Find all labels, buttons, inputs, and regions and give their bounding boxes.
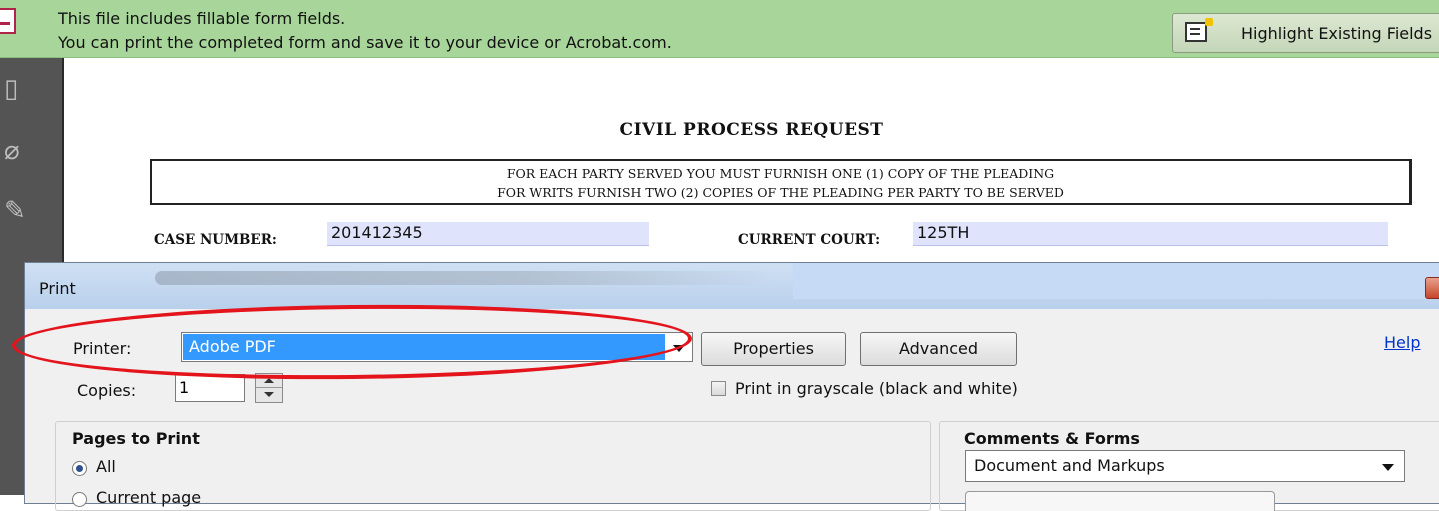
notification-text-line1: This file includes fillable form fields.	[58, 9, 346, 28]
highlight-fields-icon	[1185, 18, 1213, 42]
form-fields-icon	[0, 8, 16, 34]
highlight-existing-fields-button[interactable]: Highlight Existing Fields	[1172, 13, 1439, 53]
spinner-down-icon[interactable]	[256, 388, 282, 402]
print-dialog-title: Print	[39, 279, 76, 298]
printer-select[interactable]: Adobe PDF	[181, 332, 693, 362]
obscured-form-field-strip	[793, 263, 1439, 299]
grayscale-label: Print in grayscale (black and white)	[735, 379, 1018, 398]
case-number-field[interactable]: 201412345	[327, 222, 649, 246]
pages-to-print-group: Pages to Print All Current page	[55, 421, 931, 511]
radio-current-page-label: Current page	[96, 488, 202, 507]
summarize-comments-button[interactable]	[965, 491, 1275, 511]
comments-forms-select[interactable]: Document and Markups	[965, 450, 1405, 482]
comments-forms-title: Comments & Forms	[964, 429, 1140, 448]
properties-button[interactable]: Properties	[701, 332, 846, 366]
blurred-form-text	[155, 271, 775, 285]
notice-line-1: FOR EACH PARTY SERVED YOU MUST FURNISH O…	[506, 166, 1055, 181]
print-dialog-titlebar[interactable]: Print	[25, 263, 1439, 309]
grayscale-checkbox[interactable]	[711, 381, 726, 396]
copies-input[interactable]: 1	[175, 374, 245, 402]
spinner-up-icon[interactable]	[256, 374, 282, 388]
fillable-form-notification-bar: This file includes fillable form fields.…	[0, 0, 1439, 58]
pleading-notice-box: FOR EACH PARTY SERVED YOU MUST FURNISH O…	[150, 159, 1412, 205]
attachments-paperclip-icon[interactable]: ⌀	[4, 138, 20, 164]
printer-selected-value: Adobe PDF	[183, 334, 665, 360]
highlight-existing-fields-label: Highlight Existing Fields	[1241, 24, 1433, 43]
notification-text-line2: You can print the completed form and sav…	[58, 33, 672, 52]
copies-label: Copies:	[77, 381, 137, 400]
signatures-pen-icon[interactable]: ✎	[4, 198, 26, 224]
chevron-down-icon[interactable]	[673, 345, 685, 352]
help-link[interactable]: Help	[1384, 333, 1420, 352]
radio-all-pages[interactable]	[72, 461, 87, 476]
current-court-label: CURRENT COURT:	[738, 232, 881, 248]
advanced-button[interactable]: Advanced	[860, 332, 1017, 366]
radio-current-page[interactable]	[72, 492, 87, 507]
case-number-label: CASE NUMBER:	[154, 232, 277, 248]
current-court-field[interactable]: 125TH	[913, 222, 1388, 246]
copies-spinner[interactable]	[255, 373, 283, 403]
page-thumbnails-icon[interactable]: ▯	[4, 76, 18, 102]
comments-forms-selected-value: Document and Markups	[974, 456, 1165, 475]
chevron-down-icon[interactable]	[1382, 464, 1394, 471]
printer-label: Printer:	[73, 339, 132, 358]
print-dialog: Print Printer: Adobe PDF Properties Adva…	[24, 262, 1439, 511]
radio-all-label: All	[96, 457, 116, 476]
close-icon[interactable]	[1425, 277, 1439, 299]
document-title: CIVIL PROCESS REQUEST	[619, 120, 884, 140]
notice-line-2: FOR WRITS FURNISH TWO (2) COPIES OF THE …	[497, 185, 1064, 200]
pages-to-print-title: Pages to Print	[72, 429, 200, 448]
